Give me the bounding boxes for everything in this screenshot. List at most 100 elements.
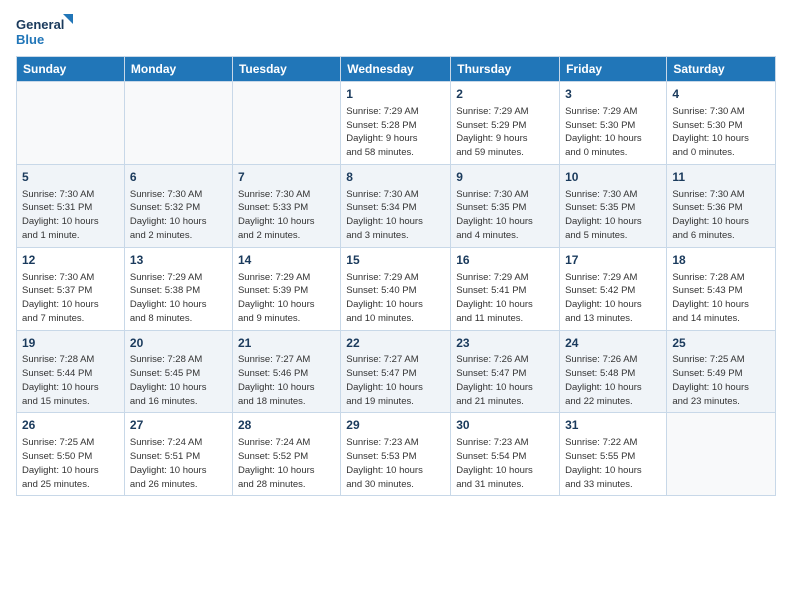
header-cell-friday: Friday — [560, 57, 667, 82]
day-cell: 5 Sunrise: 7:30 AM Sunset: 5:31 PM Daylig… — [17, 164, 125, 247]
day-cell: 21Sunrise: 7:27 AM Sunset: 5:46 PM Dayli… — [232, 330, 340, 413]
day-cell: 18 Sunrise: 7:28 AM Sunset: 5:43 PM Dayli… — [667, 247, 776, 330]
header-cell-wednesday: Wednesday — [341, 57, 451, 82]
day-number: 17 — [565, 252, 661, 269]
day-info: Sunrise: 7:30 AM Sunset: 5:34 PM Dayligh… — [346, 188, 445, 243]
day-cell: 16 Sunrise: 7:29 AM Sunset: 5:41 PM Dayli… — [451, 247, 560, 330]
page-container: General Blue SundayMondayTuesdayWednesda… — [0, 0, 792, 504]
day-number: 14 — [238, 252, 335, 269]
day-info: Sunrise: 7:24 AM Sunset: 5:51 PM Dayligh… — [130, 436, 227, 491]
day-info: Sunrise: 7:28 AM Sunset: 5:43 PM Dayligh… — [672, 271, 770, 326]
day-cell: 2 Sunrise: 7:29 AM Sunset: 5:29 PM Daylig… — [451, 82, 560, 165]
day-cell: 7Sunrise: 7:30 AM Sunset: 5:33 PM Daylig… — [232, 164, 340, 247]
day-cell: 30 Sunrise: 7:23 AM Sunset: 5:54 PM Dayli… — [451, 413, 560, 496]
day-number: 5 — [22, 169, 119, 186]
day-number: 4 — [672, 86, 770, 103]
day-cell: 4 Sunrise: 7:30 AM Sunset: 5:30 PM Daylig… — [667, 82, 776, 165]
day-cell: 23Sunrise: 7:26 AM Sunset: 5:47 PM Dayli… — [451, 330, 560, 413]
week-row-4: 26Sunrise: 7:25 AM Sunset: 5:50 PM Dayli… — [17, 413, 776, 496]
logo: General Blue — [16, 12, 76, 50]
calendar-body: 1Sunrise: 7:29 AM Sunset: 5:28 PM Daylig… — [17, 82, 776, 496]
day-info: Sunrise: 7:28 AM Sunset: 5:44 PM Dayligh… — [22, 353, 119, 408]
header-cell-tuesday: Tuesday — [232, 57, 340, 82]
day-info: Sunrise: 7:26 AM Sunset: 5:47 PM Dayligh… — [456, 353, 554, 408]
day-cell: 29Sunrise: 7:23 AM Sunset: 5:53 PM Dayli… — [341, 413, 451, 496]
day-info: Sunrise: 7:22 AM Sunset: 5:55 PM Dayligh… — [565, 436, 661, 491]
day-number: 27 — [130, 417, 227, 434]
day-info: Sunrise: 7:30 AM Sunset: 5:33 PM Dayligh… — [238, 188, 335, 243]
day-info: Sunrise: 7:29 AM Sunset: 5:42 PM Dayligh… — [565, 271, 661, 326]
day-number: 8 — [346, 169, 445, 186]
day-number: 9 — [456, 169, 554, 186]
day-number: 25 — [672, 335, 770, 352]
day-cell: 11Sunrise: 7:30 AM Sunset: 5:36 PM Dayli… — [667, 164, 776, 247]
day-cell: 19Sunrise: 7:28 AM Sunset: 5:44 PM Dayli… — [17, 330, 125, 413]
day-info: Sunrise: 7:26 AM Sunset: 5:48 PM Dayligh… — [565, 353, 661, 408]
day-number: 6 — [130, 169, 227, 186]
day-info: Sunrise: 7:29 AM Sunset: 5:30 PM Dayligh… — [565, 105, 661, 160]
day-number: 26 — [22, 417, 119, 434]
week-row-2: 12 Sunrise: 7:30 AM Sunset: 5:37 PM Dayli… — [17, 247, 776, 330]
day-cell — [232, 82, 340, 165]
day-cell — [17, 82, 125, 165]
calendar-header: SundayMondayTuesdayWednesdayThursdayFrid… — [17, 57, 776, 82]
day-info: Sunrise: 7:29 AM Sunset: 5:40 PM Dayligh… — [346, 271, 445, 326]
day-number: 28 — [238, 417, 335, 434]
day-number: 31 — [565, 417, 661, 434]
week-row-0: 1Sunrise: 7:29 AM Sunset: 5:28 PM Daylig… — [17, 82, 776, 165]
day-number: 16 — [456, 252, 554, 269]
day-cell — [667, 413, 776, 496]
day-info: Sunrise: 7:30 AM Sunset: 5:36 PM Dayligh… — [672, 188, 770, 243]
day-info: Sunrise: 7:25 AM Sunset: 5:49 PM Dayligh… — [672, 353, 770, 408]
day-number: 29 — [346, 417, 445, 434]
day-info: Sunrise: 7:28 AM Sunset: 5:45 PM Dayligh… — [130, 353, 227, 408]
day-info: Sunrise: 7:30 AM Sunset: 5:32 PM Dayligh… — [130, 188, 227, 243]
day-info: Sunrise: 7:30 AM Sunset: 5:31 PM Dayligh… — [22, 188, 119, 243]
header-cell-monday: Monday — [124, 57, 232, 82]
day-number: 24 — [565, 335, 661, 352]
day-number: 3 — [565, 86, 661, 103]
day-info: Sunrise: 7:29 AM Sunset: 5:29 PM Dayligh… — [456, 105, 554, 160]
day-cell: 13Sunrise: 7:29 AM Sunset: 5:38 PM Dayli… — [124, 247, 232, 330]
header-cell-thursday: Thursday — [451, 57, 560, 82]
day-cell: 12 Sunrise: 7:30 AM Sunset: 5:37 PM Dayli… — [17, 247, 125, 330]
day-number: 1 — [346, 86, 445, 103]
day-info: Sunrise: 7:23 AM Sunset: 5:54 PM Dayligh… — [456, 436, 554, 491]
day-cell: 9 Sunrise: 7:30 AM Sunset: 5:35 PM Daylig… — [451, 164, 560, 247]
day-cell: 25Sunrise: 7:25 AM Sunset: 5:49 PM Dayli… — [667, 330, 776, 413]
svg-text:Blue: Blue — [16, 32, 44, 47]
day-info: Sunrise: 7:29 AM Sunset: 5:38 PM Dayligh… — [130, 271, 227, 326]
week-row-3: 19Sunrise: 7:28 AM Sunset: 5:44 PM Dayli… — [17, 330, 776, 413]
day-number: 2 — [456, 86, 554, 103]
week-row-1: 5 Sunrise: 7:30 AM Sunset: 5:31 PM Daylig… — [17, 164, 776, 247]
day-cell: 24Sunrise: 7:26 AM Sunset: 5:48 PM Dayli… — [560, 330, 667, 413]
day-number: 30 — [456, 417, 554, 434]
day-number: 18 — [672, 252, 770, 269]
day-info: Sunrise: 7:29 AM Sunset: 5:41 PM Dayligh… — [456, 271, 554, 326]
day-info: Sunrise: 7:30 AM Sunset: 5:30 PM Dayligh… — [672, 105, 770, 160]
day-cell: 14 Sunrise: 7:29 AM Sunset: 5:39 PM Dayli… — [232, 247, 340, 330]
day-number: 15 — [346, 252, 445, 269]
day-info: Sunrise: 7:27 AM Sunset: 5:47 PM Dayligh… — [346, 353, 445, 408]
day-cell: 27 Sunrise: 7:24 AM Sunset: 5:51 PM Dayli… — [124, 413, 232, 496]
day-info: Sunrise: 7:30 AM Sunset: 5:35 PM Dayligh… — [456, 188, 554, 243]
day-cell: 31 Sunrise: 7:22 AM Sunset: 5:55 PM Dayli… — [560, 413, 667, 496]
day-cell: 1Sunrise: 7:29 AM Sunset: 5:28 PM Daylig… — [341, 82, 451, 165]
day-cell: 28Sunrise: 7:24 AM Sunset: 5:52 PM Dayli… — [232, 413, 340, 496]
day-cell: 22Sunrise: 7:27 AM Sunset: 5:47 PM Dayli… — [341, 330, 451, 413]
day-number: 12 — [22, 252, 119, 269]
day-cell — [124, 82, 232, 165]
day-info: Sunrise: 7:30 AM Sunset: 5:35 PM Dayligh… — [565, 188, 661, 243]
day-cell: 20Sunrise: 7:28 AM Sunset: 5:45 PM Dayli… — [124, 330, 232, 413]
day-cell: 3 Sunrise: 7:29 AM Sunset: 5:30 PM Daylig… — [560, 82, 667, 165]
day-info: Sunrise: 7:29 AM Sunset: 5:39 PM Dayligh… — [238, 271, 335, 326]
day-info: Sunrise: 7:27 AM Sunset: 5:46 PM Dayligh… — [238, 353, 335, 408]
day-cell: 17 Sunrise: 7:29 AM Sunset: 5:42 PM Dayli… — [560, 247, 667, 330]
day-number: 23 — [456, 335, 554, 352]
day-number: 22 — [346, 335, 445, 352]
day-number: 20 — [130, 335, 227, 352]
day-number: 21 — [238, 335, 335, 352]
day-cell: 6 Sunrise: 7:30 AM Sunset: 5:32 PM Daylig… — [124, 164, 232, 247]
svg-text:General: General — [16, 17, 64, 32]
day-info: Sunrise: 7:30 AM Sunset: 5:37 PM Dayligh… — [22, 271, 119, 326]
